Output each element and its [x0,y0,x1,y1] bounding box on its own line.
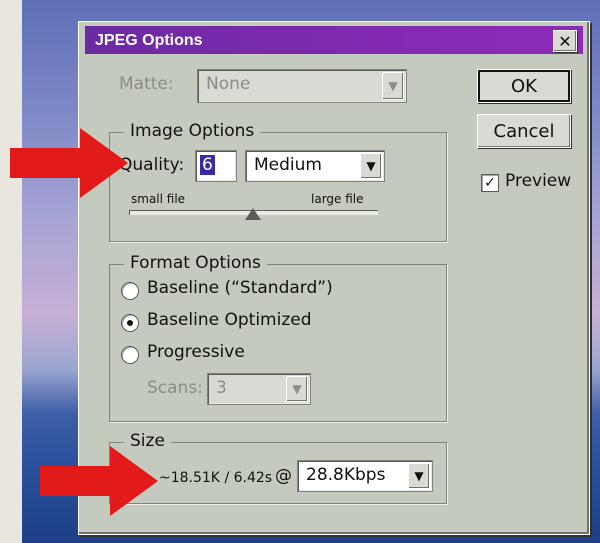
red-arrow-shape [40,446,158,516]
radio-baseline-standard-label: Baseline (“Standard”) [147,278,333,298]
chevron-down-icon: ▼ [292,382,302,396]
radio-baseline-optimized[interactable] [121,314,139,332]
slider-max-label: large file [311,192,364,206]
image-options-title: Image Options [124,121,261,141]
size-estimate: ~18.51K / 6.42s [159,470,273,486]
radio-progressive[interactable] [121,346,139,364]
quality-input[interactable]: 6 [195,150,237,182]
preview-checkbox[interactable]: ✓ [481,174,499,192]
cancel-button[interactable]: Cancel [477,114,571,148]
close-button[interactable]: ✕ [553,30,577,52]
modem-speed-value: 28.8Kbps [306,465,386,485]
red-arrow-shape [10,128,128,198]
check-icon: ✓ [484,175,496,191]
quality-preset-select[interactable]: Medium ▼ [245,150,385,182]
scans-value: 3 [216,378,227,398]
matte-select[interactable]: None ▼ [197,69,407,103]
scans-dropdown-button[interactable]: ▼ [286,376,308,402]
matte-label: Matte: [119,74,174,94]
at-symbol: @ [275,466,292,486]
scans-select[interactable]: 3 ▼ [207,373,311,405]
chevron-down-icon: ▼ [388,79,398,93]
red-arrow-size-icon [40,446,158,516]
format-options-title: Format Options [124,253,267,273]
matte-dropdown-button[interactable]: ▼ [382,72,404,100]
quality-value: 6 [200,155,215,175]
background-left-edge [0,0,22,543]
chevron-down-icon: ▼ [414,469,424,483]
matte-value: None [206,74,251,94]
radio-progressive-label: Progressive [147,342,245,362]
ok-button[interactable]: OK [477,69,571,103]
modem-speed-select[interactable]: 28.8Kbps ▼ [297,460,433,492]
scans-label: Scans: [147,378,203,398]
image-options-group: Image Options [109,121,447,242]
title-bar: JPEG Options ✕ [85,26,583,54]
modem-speed-dropdown-button[interactable]: ▼ [408,463,430,489]
dialog-title: JPEG Options [95,32,203,49]
red-arrow-quality-icon [10,128,128,198]
chevron-down-icon: ▼ [366,159,376,173]
quality-preset-dropdown-button[interactable]: ▼ [360,153,382,179]
slider-min-label: small file [131,192,186,206]
radio-baseline-standard[interactable] [121,282,139,300]
quality-preset-value: Medium [254,155,322,175]
quality-slider-thumb[interactable] [245,208,261,220]
preview-label: Preview [505,171,572,191]
radio-baseline-optimized-label: Baseline Optimized [147,310,312,330]
close-icon: ✕ [558,31,572,51]
